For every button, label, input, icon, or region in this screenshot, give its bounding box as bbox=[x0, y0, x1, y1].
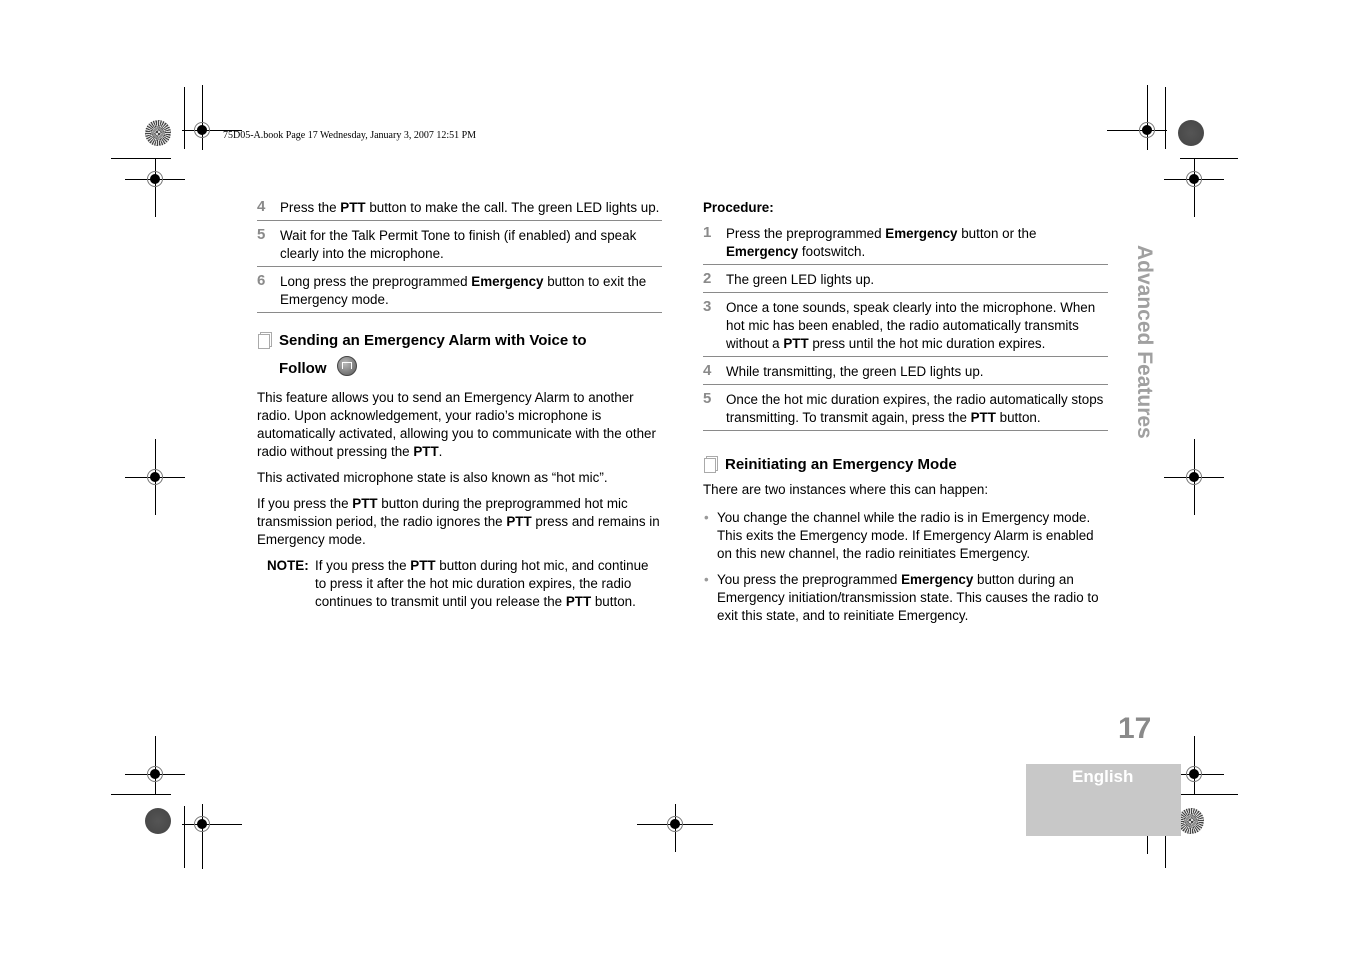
registration-mark-icon bbox=[1138, 121, 1156, 139]
procedure-step: 4 While transmitting, the green LED light… bbox=[703, 362, 1108, 385]
page-icon bbox=[704, 458, 716, 473]
note-label: NOTE: bbox=[267, 558, 309, 573]
language-label: English bbox=[1072, 767, 1134, 786]
bullet-icon: • bbox=[704, 572, 709, 587]
procedure-step: 5 Wait for the Talk Permit Tone to finish… bbox=[257, 226, 662, 267]
registration-mark-icon bbox=[146, 468, 164, 486]
crop-line bbox=[111, 794, 171, 795]
emphasis: PTT bbox=[340, 200, 366, 215]
print-header: 75D05-A.book Page 17 Wednesday, January … bbox=[223, 130, 477, 141]
color-target-icon bbox=[1178, 120, 1204, 146]
procedure-step: 4 Press the PTT button to make the call. … bbox=[257, 198, 662, 221]
emphasis: PTT bbox=[352, 496, 378, 511]
paragraph: This feature allows you to send an Emerg… bbox=[257, 390, 656, 459]
crop-line bbox=[111, 158, 171, 159]
emphasis: PTT bbox=[413, 444, 439, 459]
emphasis: PTT bbox=[410, 558, 436, 573]
registration-mark-icon bbox=[146, 765, 164, 783]
registration-mark-icon bbox=[666, 815, 684, 833]
bullet-list: • You change the channel while the radio … bbox=[703, 509, 1108, 625]
step-number: 2 bbox=[703, 270, 712, 287]
crop-line bbox=[182, 824, 242, 825]
crop-line bbox=[184, 87, 185, 149]
step-number: 1 bbox=[703, 224, 712, 241]
emphasis: Emergency bbox=[471, 274, 544, 289]
color-target-icon bbox=[1178, 808, 1204, 834]
registration-mark-icon bbox=[1185, 468, 1203, 486]
procedure-step: 2 The green LED lights up. bbox=[703, 270, 1108, 293]
registration-mark-icon bbox=[1185, 765, 1203, 783]
section-heading-voice-to-follow: Sending an Emergency Alarm with Voice to… bbox=[257, 327, 662, 383]
procedure-step: 3 Once a tone sounds, speak clearly into … bbox=[703, 298, 1108, 357]
registration-mark-icon bbox=[193, 815, 211, 833]
bullet-icon: • bbox=[704, 510, 709, 525]
emphasis: PTT bbox=[565, 594, 592, 609]
emphasis: PTT bbox=[506, 514, 532, 529]
note: NOTE: If you press the PTT button during… bbox=[267, 557, 662, 611]
crop-line bbox=[1180, 794, 1238, 795]
registration-mark-icon bbox=[193, 121, 211, 139]
section-intro: There are two instances where this can h… bbox=[703, 482, 989, 497]
step-number: 6 bbox=[257, 272, 266, 289]
step-number: 5 bbox=[257, 226, 266, 243]
procedure-step: 6 Long press the preprogrammed Emergency … bbox=[257, 272, 662, 313]
registration-mark-icon bbox=[1185, 170, 1203, 188]
body-paragraphs: This feature allows you to send an Emerg… bbox=[257, 389, 662, 549]
emergency-voice-feature-icon bbox=[336, 356, 357, 376]
left-step-list: 4 Press the PTT button to make the call. … bbox=[257, 198, 662, 313]
procedure-label: Procedure: bbox=[703, 200, 774, 215]
procedure-step-list: 1 Press the preprogrammed Emergency butto… bbox=[703, 224, 1108, 431]
page-number: 17 bbox=[1118, 712, 1152, 745]
page-icon bbox=[258, 334, 270, 349]
registration-mark-icon bbox=[146, 170, 164, 188]
left-column: 4 Press the PTT button to make the call. … bbox=[257, 198, 662, 611]
emphasis: Emergency bbox=[885, 226, 958, 241]
crop-line bbox=[1107, 130, 1167, 131]
color-target-icon bbox=[145, 808, 171, 834]
step-number: 5 bbox=[703, 390, 712, 407]
section-heading-reinitiating: Reinitiating an Emergency Mode bbox=[703, 451, 1108, 479]
emphasis: PTT bbox=[970, 410, 996, 425]
emphasis: Emergency bbox=[726, 244, 799, 259]
bullet-item: • You change the channel while the radio … bbox=[704, 510, 1094, 561]
step-number: 4 bbox=[703, 362, 712, 379]
crop-line bbox=[1165, 87, 1166, 149]
crop-line bbox=[184, 806, 185, 868]
procedure-step: 5 Once the hot mic duration expires, the … bbox=[703, 390, 1108, 431]
emphasis: PTT bbox=[783, 336, 809, 351]
bullet-item: • You press the preprogrammed Emergency b… bbox=[704, 572, 1099, 623]
crop-line bbox=[182, 130, 242, 131]
procedure-step: 1 Press the preprogrammed Emergency butto… bbox=[703, 224, 1108, 265]
language-tab: English bbox=[1026, 764, 1181, 836]
paragraph: This activated microphone state is also … bbox=[257, 470, 608, 485]
right-column: Procedure: 1 Press the preprogrammed Emer… bbox=[703, 199, 1108, 633]
emphasis: Emergency bbox=[901, 572, 974, 587]
chapter-side-tab: Advanced Features bbox=[1133, 245, 1156, 439]
crop-line bbox=[202, 85, 203, 150]
paragraph: If you press the PTT button during the p… bbox=[257, 496, 660, 547]
step-number: 4 bbox=[257, 198, 266, 215]
crop-line bbox=[1180, 158, 1238, 159]
color-target-icon bbox=[145, 120, 171, 146]
crop-line bbox=[202, 804, 203, 869]
step-number: 3 bbox=[703, 298, 712, 315]
note-text: If you press the PTT button during hot m… bbox=[315, 558, 649, 609]
crop-line bbox=[1147, 85, 1148, 150]
